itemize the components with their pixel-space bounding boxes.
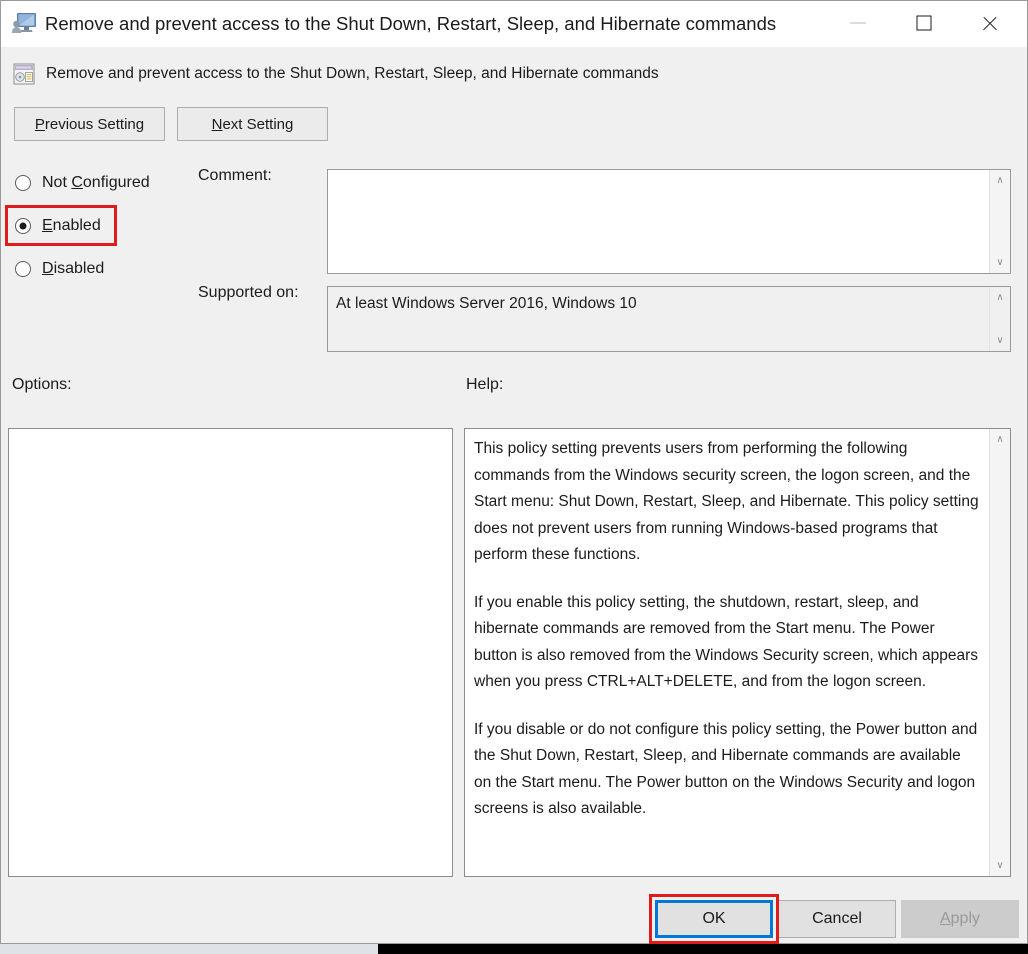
radio-enabled[interactable]: Enabled <box>15 214 101 238</box>
radio-enabled-mark <box>15 218 31 234</box>
help-label: Help: <box>466 376 504 393</box>
previous-setting-accel: P <box>34 115 45 133</box>
next-setting-label: ext Setting <box>222 115 294 133</box>
help-paragraph: This policy setting prevents users from … <box>474 440 979 563</box>
radio-disabled[interactable]: Disabled <box>15 257 104 281</box>
close-button[interactable] <box>957 1 1023 45</box>
scroll-down-icon[interactable]: ∨ <box>990 332 1010 349</box>
supported-on-value: At least Windows Server 2016, Windows 10 <box>336 295 637 312</box>
help-paragraph: If you enable this policy setting, the s… <box>474 593 978 691</box>
cancel-button[interactable]: Cancel <box>778 900 896 938</box>
cancel-button-label: Cancel <box>812 910 862 927</box>
radio-not-configured-mark <box>15 175 31 191</box>
radio-disabled-label: Disabled <box>42 260 105 277</box>
close-icon <box>981 14 999 32</box>
scroll-up-icon[interactable]: ∧ <box>990 431 1010 448</box>
comment-input[interactable]: ∧ ∨ <box>327 169 1011 274</box>
previous-setting-button[interactable]: Previous Setting <box>14 107 165 141</box>
apply-button-label: pply <box>950 910 981 927</box>
options-panel[interactable] <box>8 428 453 877</box>
policy-setting-dialog: Remove and prevent access to the Shut Do… <box>0 0 1028 944</box>
previous-setting-label: revious Setting <box>44 115 145 133</box>
group-policy-setting-icon <box>13 63 35 85</box>
apply-button[interactable]: Apply <box>901 900 1019 938</box>
help-text: This policy setting prevents users from … <box>474 436 980 823</box>
radio-enabled-label: Enabled <box>42 217 101 234</box>
radio-disabled-mark <box>15 261 31 277</box>
user-configuration-monitor-icon <box>11 13 36 33</box>
next-setting-accel: N <box>211 115 223 133</box>
window-title: Remove and prevent access to the Shut Do… <box>45 13 777 34</box>
minimize-button[interactable] <box>825 1 891 45</box>
policy-name-label: Remove and prevent access to the Shut Do… <box>46 65 659 82</box>
title-bar: Remove and prevent access to the Shut Do… <box>1 1 1027 47</box>
maximize-icon <box>916 15 932 31</box>
comment-scrollbar[interactable]: ∧ ∨ <box>989 170 1010 273</box>
help-paragraph: If you disable or do not configure this … <box>474 720 978 818</box>
scroll-up-icon[interactable]: ∧ <box>990 172 1010 189</box>
radio-not-configured-label: Not Configured <box>42 174 150 191</box>
screenshot-bottom-edge-left <box>0 944 378 954</box>
supported-on-label: Supported on: <box>198 284 299 301</box>
supported-on-field: At least Windows Server 2016, Windows 10… <box>327 286 1011 352</box>
supported-on-scrollbar[interactable]: ∧ ∨ <box>989 287 1010 351</box>
next-setting-button[interactable]: Next Setting <box>177 107 328 141</box>
scroll-up-icon[interactable]: ∧ <box>990 289 1010 306</box>
apply-accel: A <box>939 910 951 927</box>
help-scrollbar[interactable]: ∧ ∨ <box>989 429 1010 876</box>
options-label: Options: <box>12 376 72 393</box>
minimize-icon <box>850 22 866 24</box>
comment-label: Comment: <box>198 167 272 184</box>
radio-not-configured[interactable]: Not Configured <box>15 171 150 195</box>
help-panel: This policy setting prevents users from … <box>464 428 1011 877</box>
policy-header: Remove and prevent access to the Shut Do… <box>2 47 1026 144</box>
ok-button-label: OK <box>702 910 726 927</box>
scroll-down-icon[interactable]: ∨ <box>990 857 1010 874</box>
maximize-button[interactable] <box>891 1 957 45</box>
ok-button[interactable]: OK <box>655 900 773 938</box>
scroll-down-icon[interactable]: ∨ <box>990 254 1010 271</box>
